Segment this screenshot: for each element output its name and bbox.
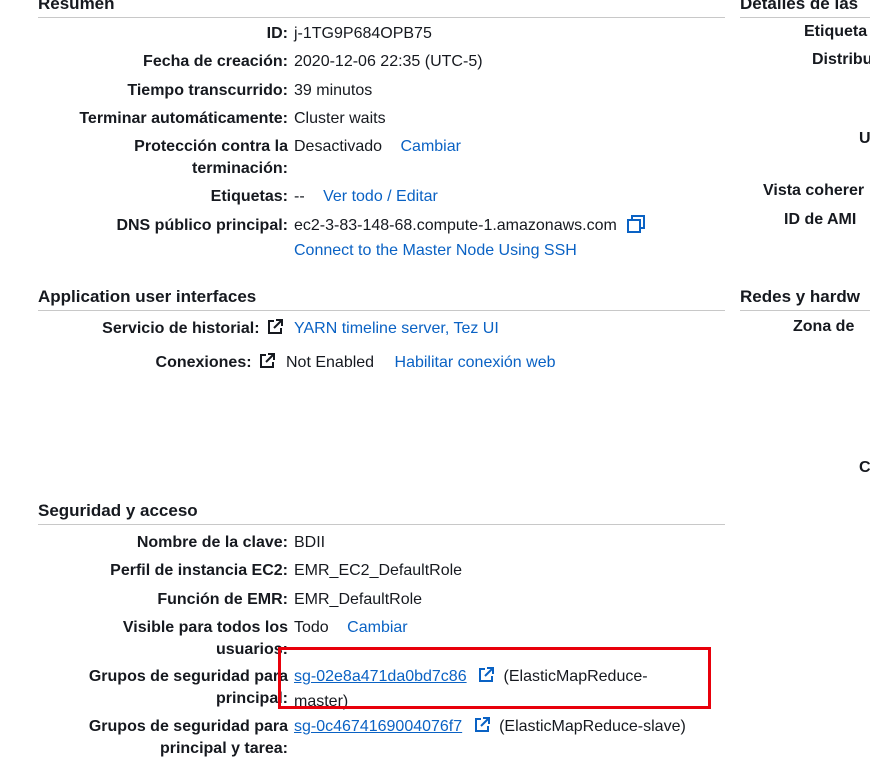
external-link-icon[interactable] (473, 716, 491, 741)
external-link-icon (258, 352, 276, 377)
autoterm-value: Cluster waits (294, 110, 386, 127)
protection-change-link[interactable]: Cambiar (401, 138, 461, 155)
elapsed-label: Tiempo transcurrido: (127, 82, 288, 99)
tags-value: -- (294, 188, 305, 205)
external-link-icon (266, 318, 284, 343)
id-label: ID: (266, 25, 288, 42)
right-zona-label: Zona de (793, 318, 855, 335)
protection-label: Protección contra la terminación: (38, 136, 294, 180)
created-value: 2020-12-06 22:35 (UTC-5) (294, 53, 483, 70)
security-divider (38, 524, 725, 525)
id-row: ID: j-1TG9P684OPB75 (38, 23, 728, 45)
sg-slave-row: Grupos de seguridad para principal y tar… (38, 716, 728, 760)
history-label: Servicio de historial: (38, 318, 294, 343)
ssh-connect-link[interactable]: Connect to the Master Node Using SSH (294, 242, 577, 259)
dns-value: ec2-3-83-148-68.compute-1.amazonaws.com (294, 217, 617, 234)
autoterm-row: Terminar automáticamente: Cluster waits (38, 108, 728, 130)
resumen-divider (38, 17, 725, 18)
security-heading: Seguridad y acceso (38, 501, 198, 520)
right-c-label: C (859, 459, 870, 476)
app-ui-divider (38, 310, 725, 311)
visible-change-link[interactable]: Cambiar (347, 619, 407, 636)
sg-slave-label: Grupos de seguridad para principal y tar… (38, 716, 294, 760)
connections-label-text: Conexiones: (155, 354, 252, 371)
highlight-box (278, 647, 711, 709)
dns-label: DNS público principal: (116, 217, 288, 234)
protection-label-line2: terminación: (191, 160, 288, 177)
details-divider (740, 17, 870, 18)
visible-label-line1: Visible para todos los (122, 619, 288, 636)
right-etiqueta-label: Etiqueta (804, 23, 868, 40)
visible-label: Visible para todos los usuarios: (38, 617, 294, 661)
connections-row: Conexiones: Not Enabled Habilitar conexi… (38, 352, 728, 377)
id-value: j-1TG9P684OPB75 (294, 25, 432, 42)
protection-row: Protección contra la terminación: Desact… (38, 136, 728, 180)
elapsed-value: 39 minutos (294, 82, 373, 99)
right-distrib-label: Distribu (812, 51, 870, 68)
visible-value: Todo (294, 619, 329, 636)
sg-slave-label-line2: principal y tarea: (159, 740, 288, 757)
copy-icon[interactable] (627, 215, 646, 240)
dns-row: DNS público principal: ec2-3-83-148-68.c… (38, 215, 728, 262)
profile-row: Perfil de instancia EC2: EMR_EC2_Default… (38, 560, 728, 582)
profile-value: EMR_EC2_DefaultRole (294, 562, 463, 579)
key-row: Nombre de la clave: BDII (38, 532, 728, 554)
network-heading: Redes y hardw (740, 287, 860, 306)
sg-slave-desc: (ElasticMapReduce-slave) (499, 718, 686, 735)
sg-master-label: Grupos de seguridad para principal: (38, 666, 294, 713)
right-vista-label: Vista coherer (763, 182, 865, 199)
sg-slave-link[interactable]: sg-0c4674169004076f7 (294, 718, 462, 735)
resumen-heading: Resumen (38, 0, 115, 13)
autoterm-label: Terminar automáticamente: (79, 110, 288, 127)
elapsed-row: Tiempo transcurrido: 39 minutos (38, 80, 728, 102)
enable-web-connection-link[interactable]: Habilitar conexión web (395, 354, 556, 371)
protection-label-line1: Protección contra la (134, 138, 288, 155)
created-label: Fecha de creación: (143, 53, 288, 70)
role-label: Función de EMR: (157, 591, 288, 608)
created-row: Fecha de creación: 2020-12-06 22:35 (UTC… (38, 51, 728, 73)
tags-label: Etiquetas: (210, 188, 288, 205)
right-u-label: U (859, 130, 870, 147)
history-link[interactable]: YARN timeline server, Tez UI (294, 318, 728, 343)
protection-value: Desactivado (294, 138, 383, 155)
app-ui-heading: Application user interfaces (38, 287, 257, 306)
history-row: Servicio de historial: YARN timeline ser… (38, 318, 728, 343)
tags-row: Etiquetas: -- Ver todo / Editar (38, 186, 728, 208)
role-value: EMR_DefaultRole (294, 591, 423, 608)
profile-label: Perfil de instancia EC2: (110, 562, 288, 579)
connections-value: Not Enabled (286, 354, 375, 371)
right-ami-label: ID de AMI (784, 211, 857, 228)
history-label-text: Servicio de historial: (102, 320, 260, 337)
tags-edit-link[interactable]: Ver todo / Editar (323, 188, 438, 205)
details-heading: Detalles de las (740, 0, 859, 13)
key-value: BDII (294, 534, 326, 551)
network-divider (740, 310, 870, 311)
connections-label: Conexiones: (38, 352, 286, 377)
key-label: Nombre de la clave: (136, 534, 288, 551)
sg-slave-label-line1: Grupos de seguridad para (88, 718, 288, 735)
role-row: Función de EMR: EMR_DefaultRole (38, 589, 728, 611)
sg-master-label-line1: Grupos de seguridad para (88, 668, 288, 685)
